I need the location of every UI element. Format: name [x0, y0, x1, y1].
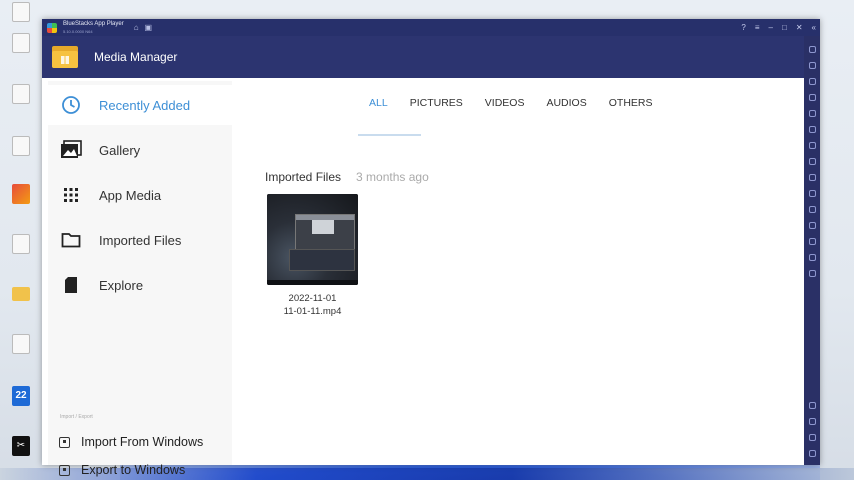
close-icon[interactable]: ✕ — [796, 19, 803, 36]
video-thumbnail[interactable] — [267, 194, 358, 285]
rotate-tool-icon[interactable] — [808, 110, 816, 117]
desktop-icon[interactable] — [2, 84, 40, 104]
maximize-icon[interactable]: □ — [782, 19, 787, 36]
tab-videos[interactable]: VIDEOS — [474, 96, 536, 116]
grid-icon — [60, 185, 82, 205]
back-tool-icon[interactable] — [808, 418, 816, 425]
sidebar-item-app-media[interactable]: App Media — [48, 175, 232, 215]
copy-tool-icon[interactable] — [808, 206, 816, 213]
import-icon — [59, 436, 70, 448]
minimize-icon[interactable]: – — [769, 19, 773, 36]
sidebar-item-imported-files[interactable]: Imported Files — [48, 220, 232, 260]
export-to-windows-button[interactable]: Export to Windows — [48, 459, 232, 480]
media-manager-folder-icon — [52, 46, 78, 68]
multi-instance-icon[interactable]: ▣ — [145, 23, 153, 32]
section-title: Imported Files — [265, 170, 342, 184]
sidebar-item-label: Imported Files — [99, 232, 182, 248]
sidebar-item-label: Recently Added — [99, 97, 191, 113]
tab-all[interactable]: ALL — [358, 96, 399, 116]
window-titlebar: BlueStacks App Player 5.10.0.0000 N64 ⌂ … — [42, 19, 820, 36]
help-icon[interactable]: ? — [741, 19, 745, 36]
gallery-icon — [60, 140, 82, 160]
sidebar-item-label: App Media — [99, 187, 162, 203]
volume-tool-icon[interactable] — [808, 62, 816, 69]
settings-tool-icon[interactable] — [808, 402, 816, 409]
import-export-label: Import / Export — [60, 414, 93, 420]
folder-icon — [60, 230, 82, 250]
recent-tool-icon[interactable] — [808, 450, 816, 457]
sidebar-item-label: Gallery — [99, 142, 141, 158]
keyboard-tool-icon[interactable] — [808, 78, 816, 85]
home-icon[interactable]: ⌂ — [134, 23, 139, 32]
sidebar-item-gallery[interactable]: Gallery — [48, 130, 232, 170]
media-type-tabs: ALL PICTURES VIDEOS AUDIOS OTHERS — [358, 96, 664, 116]
desktop-folder-icon[interactable] — [2, 284, 40, 301]
desktop-icon[interactable] — [2, 184, 40, 204]
home-tool-icon[interactable] — [808, 434, 816, 441]
sd-card-icon — [60, 275, 82, 295]
sidebar-item-label: Explore — [99, 277, 144, 293]
sync-tool-icon[interactable] — [808, 126, 816, 133]
tab-pictures[interactable]: PICTURES — [399, 96, 474, 116]
active-tab-indicator — [358, 134, 421, 136]
sidebar: Recently Added Gallery App Media Importe… — [48, 81, 232, 477]
app-header: Media Manager — [42, 36, 804, 78]
desktop-icon[interactable]: 22 — [2, 386, 40, 406]
capcut-icon[interactable]: ✂ — [2, 436, 40, 456]
tab-others[interactable]: OTHERS — [598, 96, 664, 116]
main-content: ALL PICTURES VIDEOS AUDIOS OTHERS Import… — [232, 78, 804, 465]
collapse-icon[interactable]: « — [812, 19, 816, 36]
desktop-icon[interactable] — [2, 334, 40, 354]
sidebar-item-recently-added[interactable]: Recently Added — [48, 85, 232, 125]
apk-tool-icon[interactable] — [808, 158, 816, 165]
file-name[interactable]: 2022-11-01 11-01-11.mp4 — [262, 292, 363, 318]
desktop-icon[interactable] — [2, 2, 40, 22]
tab-audios[interactable]: AUDIOS — [535, 96, 597, 116]
toolbar-spacer — [809, 286, 816, 393]
desktop-icon[interactable] — [2, 33, 40, 53]
sidebar-item-explore[interactable]: Explore — [48, 265, 232, 305]
macro-tool-icon[interactable] — [808, 142, 816, 149]
section-timestamp: 3 months ago — [356, 170, 429, 184]
desktop-icons: 22 ✂ — [0, 0, 44, 470]
export-icon — [59, 464, 70, 476]
side-toolbar — [804, 36, 820, 465]
screenshot-tool-icon[interactable] — [808, 174, 816, 181]
folder-tool-icon[interactable] — [808, 190, 816, 197]
file-name-line2: 11-01-11.mp4 — [283, 306, 342, 317]
desktop-icon[interactable] — [2, 234, 40, 254]
fullscreen-tool-icon[interactable] — [808, 46, 816, 53]
gamepad-tool-icon[interactable] — [808, 94, 816, 101]
file-name-line1: 2022-11-01 — [288, 293, 337, 304]
section-header: Imported Files 3 months ago — [265, 170, 429, 184]
desktop-icon[interactable] — [2, 136, 40, 156]
app-window: BlueStacks App Player 5.10.0.0000 N64 ⌂ … — [42, 19, 820, 477]
bluestacks-logo-icon — [47, 22, 57, 33]
import-label: Import From Windows — [81, 435, 204, 449]
trash-tool-icon[interactable] — [808, 238, 816, 245]
layers-tool-icon[interactable] — [808, 254, 816, 261]
location-tool-icon[interactable] — [808, 270, 816, 277]
menu-icon[interactable]: ≡ — [755, 19, 760, 36]
eco-tool-icon[interactable] — [808, 222, 816, 229]
clock-icon — [60, 95, 82, 115]
window-subtitle: 5.10.0.0000 N64 — [63, 28, 93, 34]
export-label: Export to Windows — [81, 463, 186, 477]
import-from-windows-button[interactable]: Import From Windows — [48, 431, 232, 453]
app-title: Media Manager — [94, 50, 178, 64]
window-title: BlueStacks App Player — [63, 20, 124, 27]
